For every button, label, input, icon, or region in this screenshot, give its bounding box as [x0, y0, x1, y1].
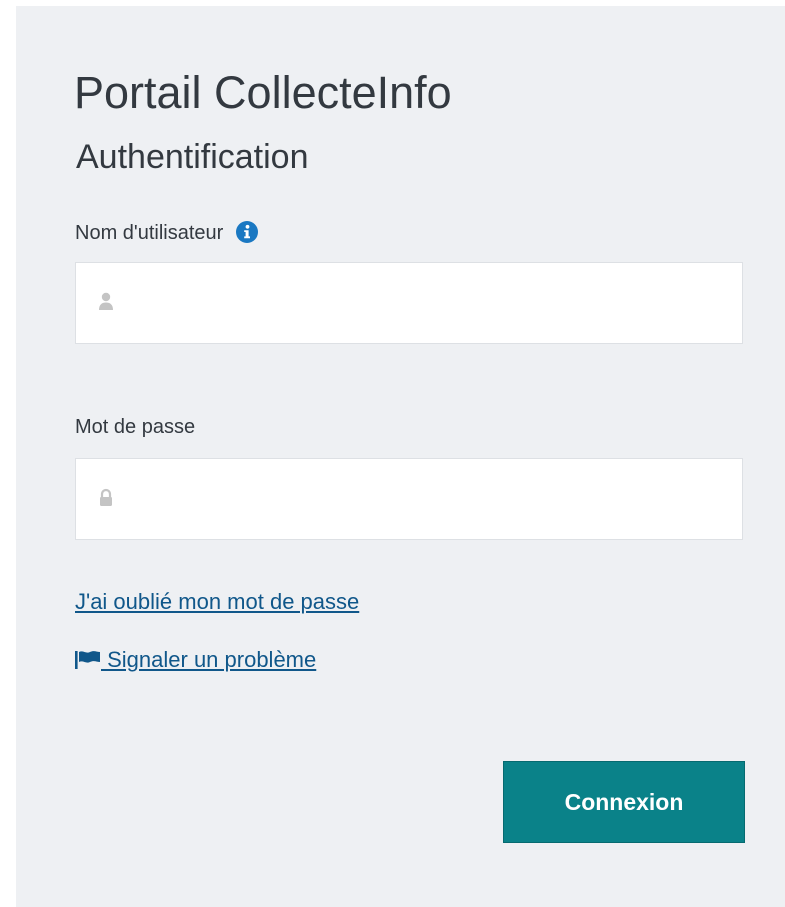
- info-icon[interactable]: [235, 220, 259, 244]
- flag-icon: [75, 651, 100, 669]
- page-subtitle: Authentification: [76, 138, 309, 176]
- user-icon: [99, 292, 113, 310]
- login-panel: Portail CollecteInfo Authentification No…: [16, 6, 785, 907]
- report-problem-link[interactable]: Signaler un problème: [75, 649, 316, 671]
- report-problem-label: Signaler un problème: [101, 647, 317, 672]
- lock-icon: [100, 488, 112, 506]
- password-label: Mot de passe: [75, 416, 196, 438]
- password-input[interactable]: [132, 459, 726, 541]
- page-title: Portail CollecteInfo: [74, 67, 452, 118]
- username-input[interactable]: [132, 263, 726, 345]
- forgot-password-link[interactable]: J'ai oublié mon mot de passe: [75, 591, 359, 613]
- password-field[interactable]: [75, 458, 743, 541]
- username-field[interactable]: [75, 262, 743, 345]
- username-label-row: Nom d'utilisateur: [75, 220, 259, 244]
- username-label: Nom d'utilisateur: [75, 222, 224, 244]
- connexion-button[interactable]: Connexion: [503, 761, 745, 843]
